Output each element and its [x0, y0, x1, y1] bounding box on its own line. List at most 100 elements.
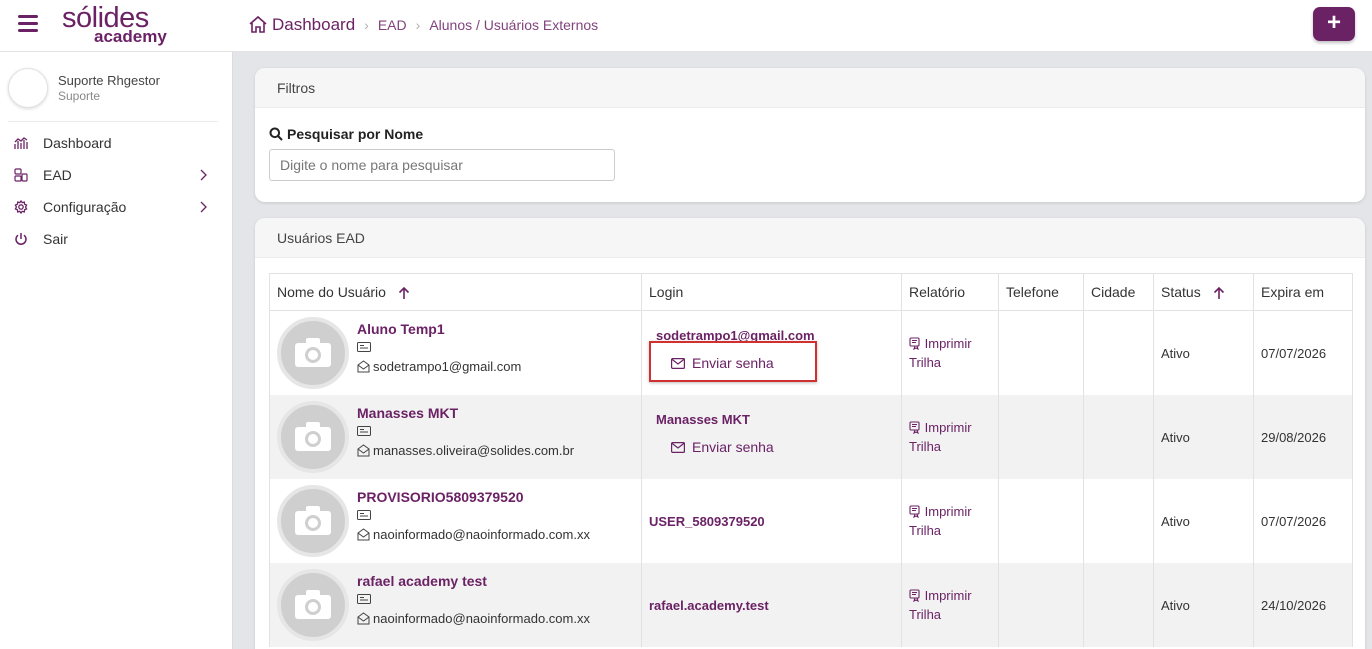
certificate-icon	[909, 505, 920, 519]
cell-city	[1083, 479, 1154, 563]
sidebar-item-dashboard[interactable]: Dashboard	[0, 127, 232, 159]
user-name[interactable]: Aluno Temp1	[357, 321, 445, 337]
cell-user: Manasses MKT manasses.oliveira@solides.c…	[269, 395, 642, 479]
print-trail-link[interactable]: Imprimir Trilha	[909, 586, 998, 624]
ead-icon	[14, 168, 28, 182]
sidebar-item-sair[interactable]: Sair	[0, 223, 232, 255]
login-value: Manasses MKT	[656, 412, 750, 427]
column-header-nome[interactable]: Nome do Usuário	[269, 273, 642, 311]
column-header-telefone: Telefone	[998, 273, 1084, 311]
sidebar-item-label: Sair	[43, 231, 68, 247]
table-header-row: Nome do Usuário Login Relatório Telefone…	[269, 273, 1353, 311]
cell-phone	[998, 563, 1084, 647]
envelope-icon	[357, 528, 370, 541]
id-card-icon	[357, 342, 371, 352]
print-trail-link[interactable]: Imprimir Trilha	[909, 418, 998, 456]
users-table: Nome do Usuário Login Relatório Telefone…	[269, 273, 1353, 647]
cell-city	[1083, 310, 1154, 395]
cell-city	[1083, 395, 1154, 479]
table-row: Aluno Temp1 sodetrampo1@gmail.com sodetr…	[269, 310, 1353, 395]
breadcrumb-dashboard[interactable]: Dashboard	[272, 15, 355, 35]
print-trail-link[interactable]: Imprimir Trilha	[909, 334, 998, 372]
cell-city	[1083, 563, 1154, 647]
chevron-right-icon	[200, 169, 207, 181]
hamburger-menu-icon[interactable]	[18, 15, 38, 33]
search-input[interactable]	[269, 149, 615, 181]
user-email: naoinformado@naoinformado.com.xx	[357, 611, 590, 626]
user-name[interactable]: rafael academy test	[357, 573, 487, 589]
user-avatar-camera-icon	[277, 485, 349, 557]
cell-expires: 07/07/2026	[1253, 310, 1353, 395]
column-header-status[interactable]: Status	[1153, 273, 1254, 311]
breadcrumb-chevron-icon: ›	[364, 17, 369, 33]
sidebar-item-label: Configuração	[43, 199, 127, 215]
envelope-icon	[357, 360, 370, 373]
add-button[interactable]: +	[1313, 7, 1355, 41]
chart-icon	[14, 137, 28, 149]
id-card-icon	[357, 426, 371, 436]
column-header-cidade: Cidade	[1083, 273, 1154, 311]
cell-expires: 29/08/2026	[1253, 395, 1353, 479]
breadcrumb-chevron-icon: ›	[415, 17, 421, 33]
sidebar: Suporte Rhgestor Suporte Dashboard EAD C…	[0, 52, 233, 649]
cell-user: PROVISORIO5809379520 naoinformado@naoinf…	[269, 479, 642, 563]
chevron-right-icon	[200, 201, 207, 213]
logo-text-bottom: academy	[94, 27, 167, 46]
cell-report: Imprimir Trilha	[901, 563, 999, 647]
envelope-icon	[357, 444, 370, 457]
envelope-icon	[671, 441, 685, 453]
cell-user: Aluno Temp1 sodetrampo1@gmail.com	[269, 310, 642, 395]
user-avatar-camera-icon	[277, 401, 349, 473]
column-header-relatorio: Relatório	[901, 273, 999, 311]
table-row: Manasses MKT manasses.oliveira@solides.c…	[269, 395, 1353, 479]
sort-arrow-up-icon[interactable]	[1213, 286, 1225, 300]
users-title: Usuários EAD	[255, 218, 1365, 258]
cell-status: Ativo	[1153, 479, 1254, 563]
cell-report: Imprimir Trilha	[901, 395, 999, 479]
user-profile: Suporte Rhgestor Suporte	[8, 66, 218, 122]
search-label: Pesquisar por Nome	[269, 126, 423, 142]
table-row: rafael academy test naoinformado@naoinfo…	[269, 563, 1353, 647]
cell-login: Manasses MKT Enviar senha	[641, 395, 902, 479]
cell-login: USER_5809379520	[641, 479, 902, 563]
cell-phone	[998, 479, 1084, 563]
cell-login: sodetrampo1@gmail.com Enviar senha	[641, 310, 902, 395]
send-password-button[interactable]: Enviar senha	[671, 439, 774, 455]
cell-expires: 07/07/2026	[1253, 479, 1353, 563]
id-card-icon	[357, 594, 371, 604]
logo[interactable]: sólides academy	[60, 2, 170, 48]
cell-status: Ativo	[1153, 310, 1254, 395]
send-password-button[interactable]: Enviar senha	[671, 355, 774, 371]
id-card-icon	[357, 510, 371, 520]
cell-phone	[998, 395, 1084, 479]
envelope-icon	[671, 357, 685, 369]
user-role: Suporte	[58, 89, 101, 103]
user-name[interactable]: Manasses MKT	[357, 405, 458, 421]
avatar[interactable]	[8, 68, 48, 108]
print-trail-link[interactable]: Imprimir Trilha	[909, 502, 998, 540]
gear-icon	[14, 200, 28, 214]
sidebar-item-ead[interactable]: EAD	[0, 159, 232, 191]
breadcrumb: Dashboard › EAD › Alunos / Usuários Exte…	[248, 15, 598, 35]
power-icon	[15, 233, 27, 245]
search-label-text: Pesquisar por Nome	[287, 126, 424, 142]
user-avatar-camera-icon	[277, 569, 349, 641]
login-value: USER_5809379520	[649, 513, 765, 529]
certificate-icon	[909, 589, 920, 603]
cell-expires: 24/10/2026	[1253, 563, 1353, 647]
user-email: sodetrampo1@gmail.com	[357, 359, 521, 374]
envelope-icon	[357, 612, 370, 625]
users-card: Usuários EAD Nome do Usuário Login Relat…	[255, 218, 1365, 649]
filters-card: Filtros Pesquisar por Nome	[255, 68, 1365, 202]
certificate-icon	[909, 421, 920, 435]
sidebar-item-configuracao[interactable]: Configuração	[0, 191, 232, 223]
cell-report: Imprimir Trilha	[901, 310, 999, 395]
column-header-expira: Expira em	[1253, 273, 1353, 311]
user-name[interactable]: PROVISORIO5809379520	[357, 489, 524, 505]
login-value: rafael.academy.test	[649, 597, 769, 613]
top-bar: sólides academy Dashboard › EAD › Alunos…	[0, 0, 1372, 52]
search-icon	[269, 127, 283, 141]
home-icon[interactable]	[248, 15, 268, 35]
sort-arrow-up-icon[interactable]	[398, 286, 410, 300]
breadcrumb-ead[interactable]: EAD	[378, 17, 407, 33]
